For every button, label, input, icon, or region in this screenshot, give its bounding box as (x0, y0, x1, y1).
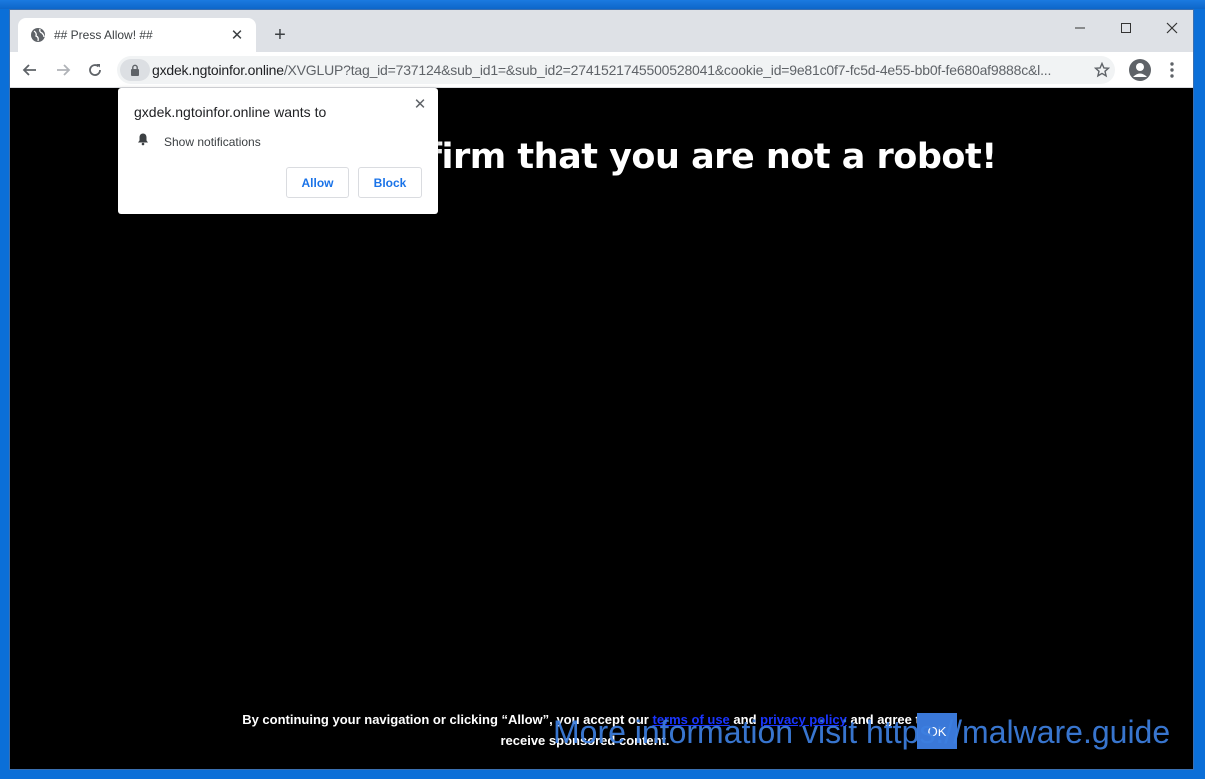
popup-close-icon[interactable]: ✕ (410, 94, 430, 114)
block-button[interactable]: Block (358, 167, 422, 198)
kebab-menu-icon[interactable] (1158, 56, 1186, 84)
tab-close-icon[interactable]: ✕ (228, 26, 246, 44)
minimize-icon[interactable] (1057, 14, 1103, 42)
close-window-icon[interactable] (1149, 14, 1193, 42)
new-tab-icon[interactable]: + (269, 24, 291, 46)
permission-row: Show notifications (136, 132, 261, 151)
maximize-icon[interactable] (1103, 14, 1149, 42)
globe-icon (30, 27, 46, 43)
notification-permission-popup: gxdek.ngtoinfor.online wants to ✕ Show n… (118, 88, 438, 214)
bell-icon (136, 132, 150, 151)
url-host: gxdek.ngtoinfor.online (152, 62, 284, 78)
back-arrow-icon[interactable] (16, 56, 44, 84)
tab-strip: ## Press Allow! ## ✕ + (10, 10, 1193, 52)
lock-icon[interactable] (120, 59, 150, 81)
bookmark-star-icon[interactable] (1089, 56, 1115, 84)
url-text: gxdek.ngtoinfor.online/XVGLUP?tag_id=737… (152, 62, 1072, 78)
popup-title: gxdek.ngtoinfor.online wants to (134, 104, 327, 120)
permission-label: Show notifications (164, 134, 261, 149)
url-path: /XVGLUP?tag_id=737124&sub_id1=&sub_id2=2… (283, 62, 1052, 78)
reload-icon[interactable] (81, 56, 109, 84)
tab-title: ## Press Allow! ## (54, 28, 153, 42)
browser-toolbar: gxdek.ngtoinfor.online/XVGLUP?tag_id=737… (10, 52, 1193, 88)
allow-button[interactable]: Allow (286, 167, 349, 198)
profile-avatar-icon[interactable] (1126, 56, 1154, 84)
watermark-text: More information visit https://malware.g… (553, 714, 1171, 750)
desktop-background (0, 0, 1205, 9)
forward-arrow-icon[interactable] (49, 56, 77, 84)
browser-window: ## Press Allow! ## ✕ + gxdek.ngtoinfor.o… (9, 9, 1194, 770)
browser-tab[interactable]: ## Press Allow! ## ✕ (18, 18, 256, 52)
address-bar[interactable]: gxdek.ngtoinfor.online/XVGLUP?tag_id=737… (117, 56, 1115, 84)
